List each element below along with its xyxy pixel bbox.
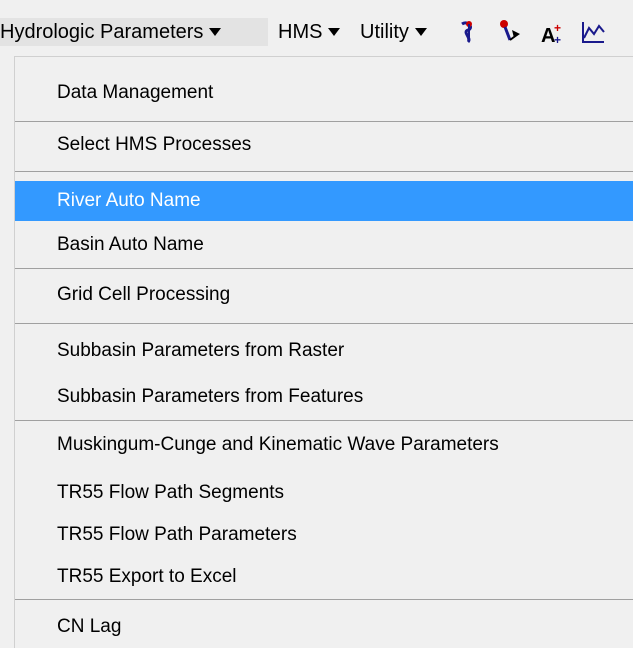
hydrologic-parameters-label: Hydrologic Parameters [0, 20, 204, 43]
menu-item-label: Grid Cell Processing [57, 284, 231, 305]
utility-label: Utility [360, 20, 409, 43]
menu-item-label: Select HMS Processes [57, 134, 252, 155]
menu-item-tr55-flow-path-segments[interactable]: TR55 Flow Path Segments [15, 475, 633, 511]
menu-item-subbasin-parameters-from-raster[interactable]: Subbasin Parameters from Raster [15, 333, 633, 369]
menu-item-label: TR55 Flow Path Segments [57, 482, 285, 503]
menu-separator [15, 171, 633, 172]
menu-item-select-hms-processes[interactable]: Select HMS Processes [15, 127, 633, 163]
hydrologic-parameters-menu[interactable]: Hydrologic Parameters [0, 18, 268, 46]
chevron-down-icon [328, 28, 341, 36]
menu-item-label: River Auto Name [57, 190, 201, 211]
pin-flow-icon[interactable] [456, 18, 482, 46]
chevron-down-icon [209, 28, 222, 36]
menu-item-label: Subbasin Parameters from Features [57, 386, 364, 407]
label-add-icon[interactable]: A + + [540, 18, 566, 46]
menu-item-grid-cell-processing[interactable]: Grid Cell Processing [15, 277, 633, 313]
chevron-down-icon [414, 28, 427, 36]
menu-item-label: Data Management [57, 82, 214, 103]
menu-item-tr55-export-to-excel[interactable]: TR55 Export to Excel [15, 559, 633, 595]
menu-item-subbasin-parameters-from-features[interactable]: Subbasin Parameters from Features [15, 379, 633, 415]
utility-menu[interactable]: Utility [360, 18, 448, 46]
menu-item-label: Muskingum-Cunge and Kinematic Wave Param… [57, 434, 499, 455]
menu-separator [15, 121, 633, 122]
menu-item-label: TR55 Export to Excel [57, 566, 237, 587]
profile-graph-icon[interactable] [580, 18, 606, 46]
menu-item-label: Subbasin Parameters from Raster [57, 340, 345, 361]
menu-item-label: CN Lag [57, 616, 122, 637]
menu-item-label: Basin Auto Name [57, 234, 204, 255]
menu-item-muskingum-cunge-parameters[interactable]: Muskingum-Cunge and Kinematic Wave Param… [15, 427, 633, 463]
menu-item-data-management[interactable]: Data Management [15, 75, 633, 111]
menu-item-cn-lag[interactable]: CN Lag [15, 609, 633, 645]
menu-separator [15, 323, 633, 324]
menu-item-tr55-flow-path-parameters[interactable]: TR55 Flow Path Parameters [15, 517, 633, 553]
menu-item-label: TR55 Flow Path Parameters [57, 524, 297, 545]
hms-label: HMS [278, 20, 323, 43]
svg-text:+: + [554, 33, 561, 46]
menu-separator [15, 268, 633, 269]
hms-menu[interactable]: HMS [278, 18, 350, 46]
menu-separator [15, 599, 633, 600]
menu-item-basin-auto-name[interactable]: Basin Auto Name [15, 227, 633, 263]
menu-separator [15, 420, 633, 421]
flow-arrow-icon[interactable] [496, 18, 522, 46]
toolbar: Hydrologic Parameters HMS Utility A + + [0, 0, 633, 56]
hydrologic-parameters-dropdown: Data Management Select HMS Processes Riv… [14, 56, 633, 648]
menu-item-river-auto-name[interactable]: River Auto Name [15, 181, 633, 221]
